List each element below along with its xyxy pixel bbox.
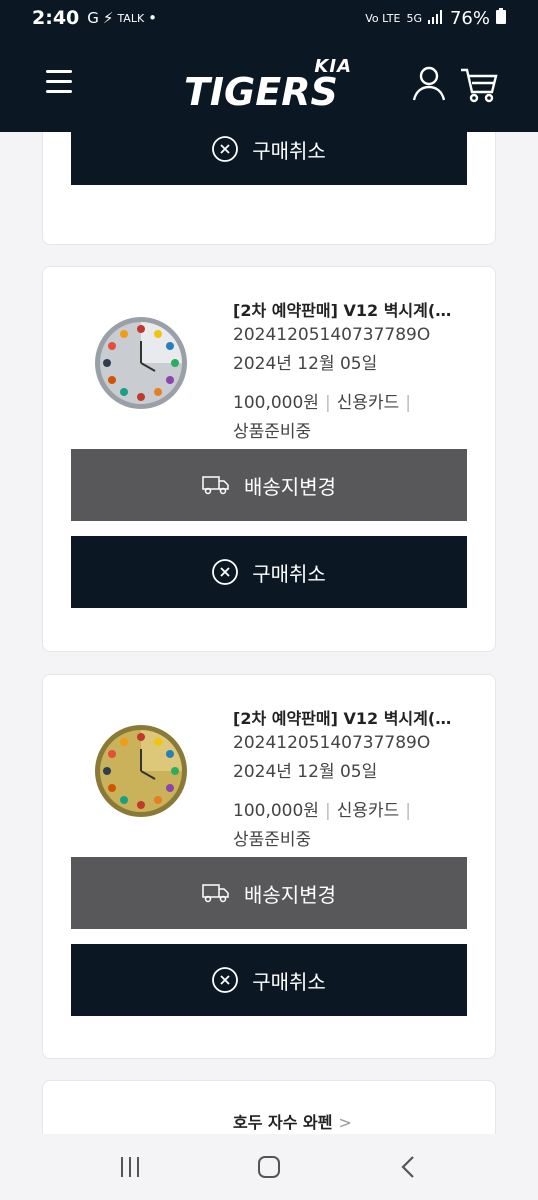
order-info: [2차 예약판매] V12 벽시계(… 20241205140737789O 2…: [233, 297, 473, 442]
order-meta: 100,000원 | 신용카드 |: [233, 801, 411, 821]
signal-icon: [427, 8, 444, 29]
order-card: 호두 자수 와펜 >: [42, 1080, 496, 1134]
hamburger-icon[interactable]: [46, 70, 72, 94]
order-info: [2차 예약판매] V12 벽시계(… 20241205140737789O 2…: [233, 705, 473, 850]
product-title[interactable]: [2차 예약판매] V12 벽시계(…: [233, 705, 473, 729]
dot-icon: •: [148, 9, 158, 27]
bolt-icon: ⚡: [102, 9, 114, 27]
order-date: 2024년 12월 05일: [233, 762, 378, 782]
product-title-text: 호두 자수 와펜: [233, 1113, 333, 1132]
volte-label: Vo LTE: [365, 11, 401, 25]
order-number: 20241205140737789O: [233, 733, 431, 753]
order-card: [2차 예약판매] V12 벽시계(… 20241205140737789O 2…: [42, 674, 496, 1059]
brand-logo[interactable]: KIA TIGERS: [180, 56, 360, 116]
status-right: Vo LTE 5G 76%: [365, 7, 506, 29]
battery-icon: [496, 7, 506, 29]
cancel-button[interactable]: 구매취소: [71, 536, 467, 608]
payment-method: 신용카드: [336, 393, 400, 413]
back-icon[interactable]: [393, 1152, 423, 1182]
5g-label: 5G: [406, 11, 422, 25]
order-status: 상품준비중: [233, 422, 312, 442]
product-image[interactable]: [93, 723, 189, 819]
product-image[interactable]: [93, 315, 189, 411]
cancel-label: 구매취소: [252, 969, 326, 994]
battery-percent: 76%: [449, 7, 490, 29]
order-date: 2024년 12월 05일: [233, 354, 378, 374]
order-card: [2차 예약판매] V12 벽시계(… 20241205140737789O 2…: [42, 266, 496, 652]
cancel-label: 구매취소: [252, 561, 326, 586]
cancel-button[interactable]: 구매취소: [71, 944, 467, 1016]
status-bar: 2:40 G ⚡ TALK • Vo LTE 5G 76%: [0, 0, 538, 36]
truck-icon: [202, 476, 229, 495]
app-header: KIA TIGERS: [0, 36, 538, 132]
change-address-label: 배송지변경: [244, 474, 336, 499]
order-price: 100,000원: [233, 801, 319, 821]
truck-icon: [202, 884, 229, 903]
x-circle-icon: [212, 559, 239, 585]
change-address-button[interactable]: 배송지변경: [71, 449, 467, 521]
order-number: 20241205140737789O: [233, 325, 431, 345]
notification-icons: G ⚡ TALK •: [87, 9, 157, 27]
order-status: 상품준비중: [233, 830, 312, 850]
change-address-label: 배송지변경: [244, 882, 336, 907]
brand-title: TIGERS: [184, 70, 338, 114]
status-time: 2:40: [32, 7, 80, 29]
payment-method: 신용카드: [336, 801, 400, 821]
order-list: 구매취소 [2차 예약판매] V12 벽시계(… 202412051407377…: [0, 132, 538, 1134]
cancel-button[interactable]: 구매취소: [71, 132, 467, 185]
home-icon[interactable]: [254, 1152, 284, 1182]
x-circle-icon: [212, 967, 239, 993]
change-address-button[interactable]: 배송지변경: [71, 857, 467, 929]
order-card: 구매취소: [42, 132, 496, 245]
product-title[interactable]: 호두 자수 와펜 >: [233, 1109, 352, 1133]
recent-apps-icon[interactable]: [115, 1152, 145, 1182]
cancel-label: 구매취소: [252, 138, 326, 163]
order-price: 100,000원: [233, 393, 319, 413]
system-nav-bar: [0, 1134, 538, 1200]
order-meta: 100,000원 | 신용카드 |: [233, 393, 411, 413]
user-icon[interactable]: [410, 64, 448, 102]
google-icon: G: [87, 9, 99, 27]
chevron-right-icon: >: [338, 1113, 352, 1132]
x-circle-icon: [212, 136, 239, 162]
cart-icon[interactable]: [458, 64, 498, 104]
talk-icon: TALK: [117, 11, 145, 25]
product-title[interactable]: [2차 예약판매] V12 벽시계(…: [233, 297, 473, 321]
